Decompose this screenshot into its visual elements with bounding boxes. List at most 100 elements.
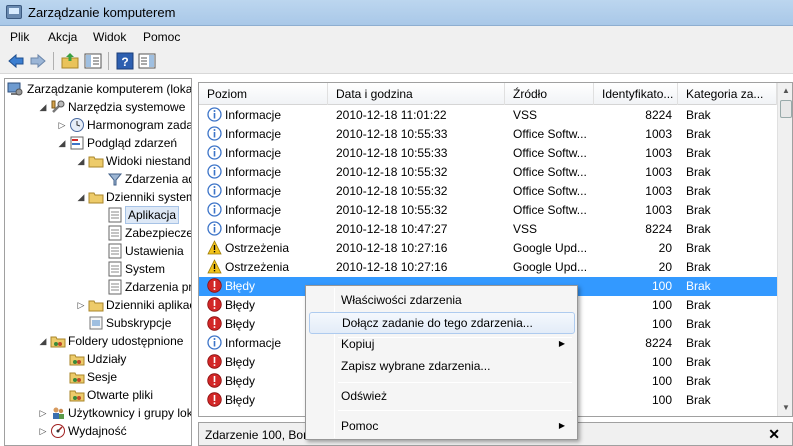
forward-arrow-icon[interactable] bbox=[29, 52, 47, 70]
tree-item[interactable]: System bbox=[5, 260, 191, 278]
tree-item-label: Subskrypcje bbox=[106, 316, 172, 330]
tree-item[interactable]: Ustawienia bbox=[5, 242, 191, 260]
close-icon[interactable]: ✕ bbox=[768, 426, 780, 443]
collapse-arrow-icon[interactable]: ◢ bbox=[76, 192, 86, 202]
collapse-arrow-icon[interactable]: ◢ bbox=[76, 156, 86, 166]
table-row[interactable]: Informacje 2010-12-18 10:47:27 VSS 8224 Brak bbox=[199, 220, 777, 239]
error-icon bbox=[207, 373, 222, 388]
submenu-arrow-icon: ▶ bbox=[558, 421, 565, 430]
ctx-save-selected[interactable]: Zapisz wybrane zdarzenia... bbox=[309, 355, 575, 377]
tree-item[interactable]: ◢ Foldery udostępnione bbox=[5, 332, 191, 350]
ctx-event-properties[interactable]: Właściwości zdarzenia bbox=[309, 289, 575, 311]
help-icon[interactable]: ? bbox=[116, 52, 134, 70]
column-header-category[interactable]: Kategoria za... bbox=[678, 83, 777, 105]
cell-datetime: 2010-12-18 11:01:22 bbox=[336, 108, 447, 122]
warning-icon bbox=[207, 240, 222, 255]
cell-datetime: 2010-12-18 10:27:16 bbox=[336, 260, 448, 274]
tree-item[interactable]: Zarządzanie komputerem (loka bbox=[5, 80, 191, 98]
cell-category: Brak bbox=[686, 165, 711, 179]
tree-item[interactable]: ◢ Podgląd zdarzeń bbox=[5, 134, 191, 152]
column-header-source[interactable]: Źródło bbox=[505, 83, 594, 105]
tree-item[interactable]: ▷ Harmonogram zadań bbox=[5, 116, 191, 134]
collapse-arrow-icon[interactable]: ◢ bbox=[38, 102, 48, 112]
tree-item[interactable]: ◢ Widoki niestandardo bbox=[5, 152, 191, 170]
warning-icon bbox=[207, 259, 222, 274]
tree-item-label: Dzienniki systemu W bbox=[106, 190, 191, 204]
back-arrow-icon[interactable] bbox=[7, 52, 25, 70]
tree-item[interactable]: Zabezpieczenia bbox=[5, 224, 191, 242]
error-icon bbox=[207, 392, 222, 407]
collapse-arrow-icon bbox=[95, 282, 105, 292]
shared-folder-icon bbox=[69, 351, 85, 367]
tools-icon bbox=[50, 99, 66, 115]
menu-widok[interactable]: Widok bbox=[93, 30, 126, 44]
cell-datetime: 2010-12-18 10:47:27 bbox=[336, 222, 448, 236]
table-row[interactable]: Ostrzeżenia 2010-12-18 10:27:16 Google Upd… bbox=[199, 239, 777, 258]
table-row[interactable]: Informacje 2010-12-18 10:55:32 Office Soft… bbox=[199, 163, 777, 182]
tree-item-label: Zabezpieczenia bbox=[125, 226, 191, 240]
table-row[interactable]: Informacje 2010-12-18 10:55:33 Office Soft… bbox=[199, 144, 777, 163]
tree-item[interactable]: Zdarzenia admir bbox=[5, 170, 191, 188]
cell-level: Ostrzeżenia bbox=[225, 260, 290, 274]
collapse-arrow-icon[interactable]: ◢ bbox=[57, 138, 67, 148]
column-header-datetime[interactable]: Data i godzina bbox=[328, 83, 505, 105]
log-icon bbox=[107, 207, 123, 223]
vertical-scrollbar[interactable]: ▲ ▼ bbox=[777, 83, 792, 416]
tree-item[interactable]: ◢ Narzędzia systemowe bbox=[5, 98, 191, 116]
tree-item[interactable]: Subskrypcje bbox=[5, 314, 191, 332]
tree-item[interactable]: ◢ Dzienniki systemu W bbox=[5, 188, 191, 206]
error-icon bbox=[207, 354, 222, 369]
table-row[interactable]: Informacje 2010-12-18 10:55:32 Office Soft… bbox=[199, 182, 777, 201]
expand-arrow-icon[interactable]: ▷ bbox=[38, 408, 48, 418]
column-header-event-id[interactable]: Identyfikato... bbox=[594, 83, 678, 105]
scroll-up-icon[interactable]: ▲ bbox=[778, 83, 792, 99]
clock-icon bbox=[69, 117, 85, 133]
cell-category: Brak bbox=[686, 393, 711, 407]
ctx-item-label: Właściwości zdarzenia bbox=[341, 293, 462, 307]
cell-source: Office Softw... bbox=[513, 203, 587, 217]
submenu-arrow-icon: ▶ bbox=[558, 339, 565, 348]
tree-item[interactable]: Zdarzenia przesy bbox=[5, 278, 191, 296]
table-row[interactable]: Informacje 2010-12-18 11:01:22 VSS 8224 Brak bbox=[199, 106, 777, 125]
tree-item-label: Udziały bbox=[87, 352, 127, 366]
tree-item[interactable]: ▷ Użytkownicy i grupy lok bbox=[5, 404, 191, 422]
tree-item-label: Zarządzanie komputerem (loka bbox=[27, 82, 192, 96]
menu-pomoc[interactable]: Pomoc bbox=[143, 30, 180, 44]
collapse-arrow-icon[interactable]: ◢ bbox=[38, 336, 48, 346]
cell-category: Brak bbox=[686, 298, 711, 312]
ctx-attach-task[interactable]: Dołącz zadanie do tego zdarzenia... bbox=[309, 312, 575, 334]
column-header-level[interactable]: Poziom bbox=[199, 83, 328, 105]
ctx-help[interactable]: Pomoc ▶ bbox=[309, 415, 575, 437]
tree-item[interactable]: Otwarte pliki bbox=[5, 386, 191, 404]
up-folder-icon[interactable] bbox=[61, 52, 79, 70]
cell-datetime: 2010-12-18 10:55:32 bbox=[336, 203, 448, 217]
error-icon bbox=[207, 297, 222, 312]
tree-item[interactable]: Aplikacja bbox=[5, 206, 191, 224]
log-icon bbox=[107, 243, 123, 259]
tree-item[interactable]: ▷ Dzienniki aplikacji i u bbox=[5, 296, 191, 314]
tree-item-label: Ustawienia bbox=[125, 244, 184, 258]
show-hide-tree-icon[interactable] bbox=[84, 52, 102, 70]
scroll-down-icon[interactable]: ▼ bbox=[778, 400, 792, 416]
tree-item[interactable]: Udziały bbox=[5, 350, 191, 368]
cell-id: 100 bbox=[651, 355, 672, 369]
tree-item-label: Zdarzenia przesy bbox=[125, 280, 192, 294]
action-pane-icon[interactable] bbox=[138, 52, 156, 70]
tree-item-label: Widoki niestandardo bbox=[106, 154, 191, 168]
menu-akcja[interactable]: Akcja bbox=[48, 30, 77, 44]
table-row[interactable]: Ostrzeżenia 2010-12-18 10:27:16 Google Upd… bbox=[199, 258, 777, 277]
tree-item[interactable]: ▷ Wydajność bbox=[5, 422, 191, 440]
info-icon bbox=[207, 145, 222, 160]
scroll-thumb[interactable] bbox=[780, 100, 792, 118]
tree-item[interactable]: Sesje bbox=[5, 368, 191, 386]
collapse-arrow-icon bbox=[57, 372, 67, 382]
menu-plik[interactable]: Plik bbox=[10, 30, 29, 44]
table-row[interactable]: Informacje 2010-12-18 10:55:33 Office Soft… bbox=[199, 125, 777, 144]
expand-arrow-icon[interactable]: ▷ bbox=[57, 120, 67, 130]
table-row[interactable]: Informacje 2010-12-18 10:55:32 Office Soft… bbox=[199, 201, 777, 220]
cell-category: Brak bbox=[686, 374, 711, 388]
expand-arrow-icon[interactable]: ▷ bbox=[38, 426, 48, 436]
expand-arrow-icon[interactable]: ▷ bbox=[76, 300, 86, 310]
ctx-copy[interactable]: Kopiuj ▶ bbox=[309, 333, 575, 355]
ctx-refresh[interactable]: Odśwież bbox=[309, 385, 575, 407]
